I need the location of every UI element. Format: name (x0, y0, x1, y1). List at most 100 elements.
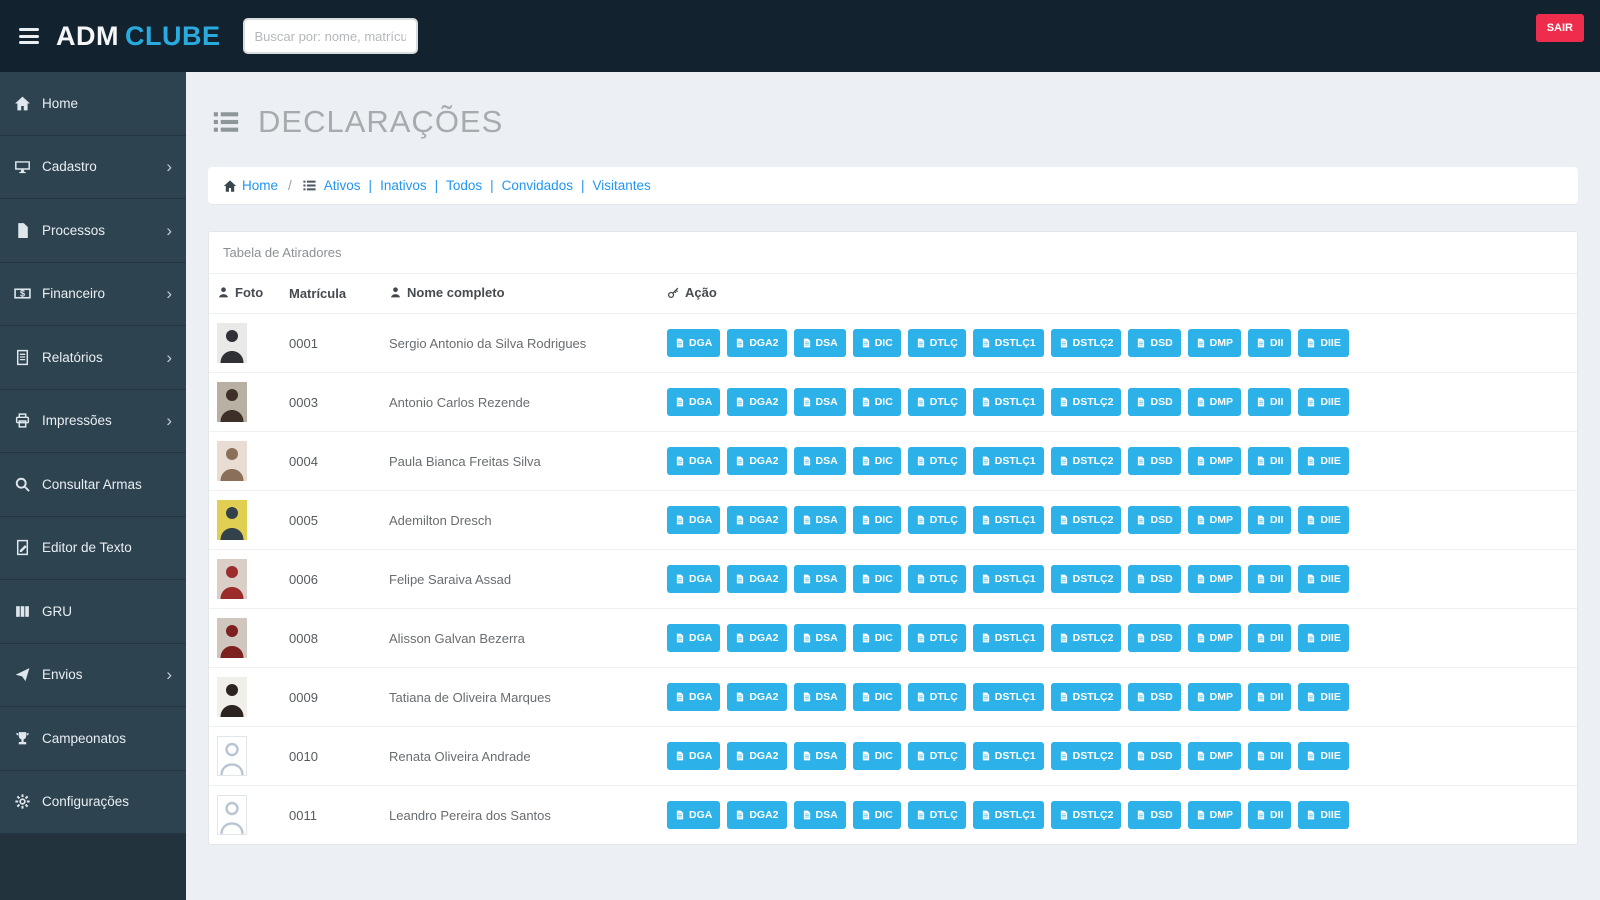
action-button-diie[interactable]: DIIE (1298, 801, 1349, 829)
action-button-dii[interactable]: DII (1248, 683, 1292, 711)
action-button-dsa[interactable]: DSA (793, 683, 846, 711)
action-button-dstlç2[interactable]: DSTLÇ2 (1050, 506, 1122, 534)
action-button-dmp[interactable]: DMP (1187, 506, 1241, 534)
action-button-diie[interactable]: DIIE (1298, 683, 1349, 711)
sidebar-item-gru[interactable]: GRU (0, 580, 186, 644)
sidebar-item-cadastro[interactable]: Cadastro › (0, 136, 186, 199)
action-button-dic[interactable]: DIC (852, 742, 901, 770)
action-button-dsd[interactable]: DSD (1128, 801, 1181, 829)
action-button-dii[interactable]: DII (1248, 624, 1292, 652)
sidebar-item-processos[interactable]: Processos › (0, 199, 186, 263)
action-button-dsd[interactable]: DSD (1128, 447, 1181, 475)
sidebar-item-financeiro[interactable]: $ Financeiro › (0, 263, 186, 326)
action-button-dic[interactable]: DIC (852, 329, 901, 357)
action-button-dstlç1[interactable]: DSTLÇ1 (972, 329, 1044, 357)
sidebar-item-relatorios[interactable]: Relatórios › (0, 326, 186, 390)
action-button-dtlç[interactable]: DTLÇ (907, 447, 966, 475)
action-button-dga2[interactable]: DGA2 (727, 683, 787, 711)
action-button-dsd[interactable]: DSD (1128, 506, 1181, 534)
action-button-dmp[interactable]: DMP (1187, 801, 1241, 829)
action-button-dmp[interactable]: DMP (1187, 624, 1241, 652)
sidebar-item-consultar-armas[interactable]: Consultar Armas (0, 453, 186, 517)
sidebar-item-home[interactable]: Home (0, 72, 186, 136)
action-button-dstlç1[interactable]: DSTLÇ1 (972, 565, 1044, 593)
action-button-dga[interactable]: DGA (667, 447, 721, 475)
action-button-dsd[interactable]: DSD (1128, 683, 1181, 711)
action-button-dsa[interactable]: DSA (793, 624, 846, 652)
action-button-dga2[interactable]: DGA2 (727, 565, 787, 593)
action-button-dga[interactable]: DGA (667, 506, 721, 534)
action-button-dic[interactable]: DIC (852, 388, 901, 416)
action-button-dsd[interactable]: DSD (1128, 742, 1181, 770)
action-button-dstlç2[interactable]: DSTLÇ2 (1050, 329, 1122, 357)
action-button-dic[interactable]: DIC (852, 624, 901, 652)
action-button-dstlç2[interactable]: DSTLÇ2 (1050, 565, 1122, 593)
sidebar-item-configuracoes[interactable]: Configurações (0, 771, 186, 834)
search-input[interactable] (242, 18, 418, 54)
action-button-dga[interactable]: DGA (667, 329, 721, 357)
action-button-dga2[interactable]: DGA2 (727, 742, 787, 770)
action-button-dic[interactable]: DIC (852, 506, 901, 534)
action-button-dstlç2[interactable]: DSTLÇ2 (1050, 447, 1122, 475)
action-button-dstlç2[interactable]: DSTLÇ2 (1050, 624, 1122, 652)
action-button-dsa[interactable]: DSA (793, 565, 846, 593)
action-button-dmp[interactable]: DMP (1187, 329, 1241, 357)
action-button-dii[interactable]: DII (1248, 801, 1292, 829)
action-button-diie[interactable]: DIIE (1298, 565, 1349, 593)
action-button-dga[interactable]: DGA (667, 683, 721, 711)
action-button-dstlç1[interactable]: DSTLÇ1 (972, 447, 1044, 475)
action-button-dtlç[interactable]: DTLÇ (907, 329, 966, 357)
breadcrumb-link-ativos[interactable]: Ativos (324, 178, 361, 193)
action-button-dsa[interactable]: DSA (793, 742, 846, 770)
menu-toggle-button[interactable] (16, 26, 42, 46)
breadcrumb-link-visitantes[interactable]: Visitantes (592, 178, 650, 193)
action-button-dstlç1[interactable]: DSTLÇ1 (972, 506, 1044, 534)
logout-button[interactable]: SAIR (1535, 14, 1584, 42)
action-button-dii[interactable]: DII (1248, 742, 1292, 770)
action-button-dtlç[interactable]: DTLÇ (907, 388, 966, 416)
action-button-dsa[interactable]: DSA (793, 329, 846, 357)
action-button-dmp[interactable]: DMP (1187, 742, 1241, 770)
action-button-diie[interactable]: DIIE (1298, 506, 1349, 534)
action-button-dga2[interactable]: DGA2 (727, 801, 787, 829)
action-button-dii[interactable]: DII (1248, 565, 1292, 593)
action-button-diie[interactable]: DIIE (1298, 388, 1349, 416)
sidebar-item-envios[interactable]: Envios › (0, 644, 186, 707)
sidebar-item-impressoes[interactable]: Impressões › (0, 390, 186, 453)
action-button-dic[interactable]: DIC (852, 447, 901, 475)
action-button-dii[interactable]: DII (1248, 329, 1292, 357)
breadcrumb-link-todos[interactable]: Todos (446, 178, 482, 193)
app-logo[interactable]: ADM CLUBE (56, 21, 221, 52)
breadcrumb-link-convidados[interactable]: Convidados (502, 178, 573, 193)
action-button-dmp[interactable]: DMP (1187, 388, 1241, 416)
action-button-dga2[interactable]: DGA2 (727, 388, 787, 416)
action-button-diie[interactable]: DIIE (1298, 447, 1349, 475)
action-button-dtlç[interactable]: DTLÇ (907, 683, 966, 711)
action-button-dsd[interactable]: DSD (1128, 388, 1181, 416)
action-button-dga[interactable]: DGA (667, 801, 721, 829)
action-button-dstlç1[interactable]: DSTLÇ1 (972, 624, 1044, 652)
action-button-dstlç1[interactable]: DSTLÇ1 (972, 742, 1044, 770)
action-button-dsd[interactable]: DSD (1128, 624, 1181, 652)
action-button-dstlç1[interactable]: DSTLÇ1 (972, 388, 1044, 416)
action-button-dtlç[interactable]: DTLÇ (907, 565, 966, 593)
breadcrumb-link-inativos[interactable]: Inativos (380, 178, 427, 193)
action-button-dstlç2[interactable]: DSTLÇ2 (1050, 683, 1122, 711)
action-button-diie[interactable]: DIIE (1298, 329, 1349, 357)
action-button-dtlç[interactable]: DTLÇ (907, 506, 966, 534)
breadcrumb-home-link[interactable]: Home (223, 178, 278, 193)
action-button-dii[interactable]: DII (1248, 447, 1292, 475)
action-button-diie[interactable]: DIIE (1298, 624, 1349, 652)
action-button-dstlç2[interactable]: DSTLÇ2 (1050, 801, 1122, 829)
action-button-dsa[interactable]: DSA (793, 506, 846, 534)
action-button-dmp[interactable]: DMP (1187, 447, 1241, 475)
action-button-dsd[interactable]: DSD (1128, 565, 1181, 593)
action-button-dstlç1[interactable]: DSTLÇ1 (972, 683, 1044, 711)
action-button-dga[interactable]: DGA (667, 742, 721, 770)
action-button-dii[interactable]: DII (1248, 506, 1292, 534)
action-button-dga[interactable]: DGA (667, 388, 721, 416)
action-button-dmp[interactable]: DMP (1187, 565, 1241, 593)
sidebar-item-editor-de-texto[interactable]: Editor de Texto (0, 517, 186, 580)
action-button-dga[interactable]: DGA (667, 624, 721, 652)
action-button-dsa[interactable]: DSA (793, 447, 846, 475)
